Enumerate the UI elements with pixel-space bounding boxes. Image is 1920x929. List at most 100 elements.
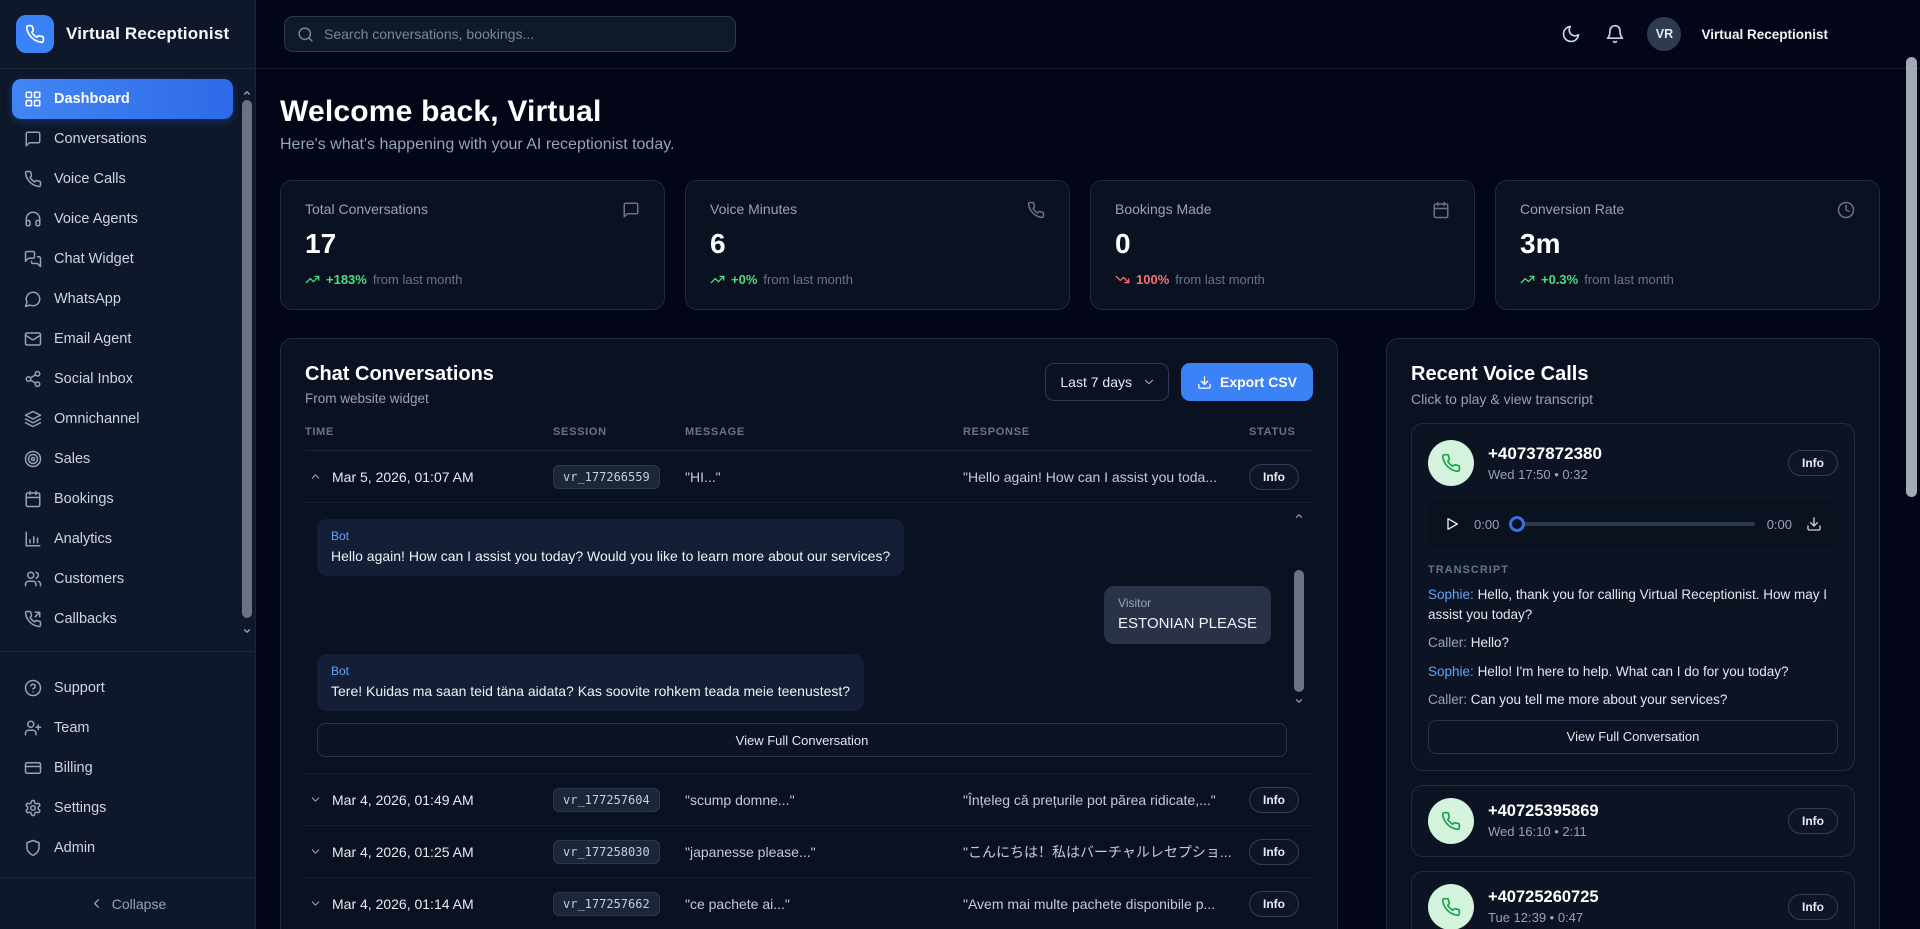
bot-message-text: Tere! Kuidas ma saan teid täna aidata? K… — [331, 682, 850, 701]
credit-card-icon — [24, 759, 42, 777]
info-button[interactable]: Info — [1788, 450, 1838, 476]
sidebar-item-label: Sales — [54, 451, 90, 467]
info-button[interactable]: Info — [1788, 894, 1838, 920]
sidebar-item-admin[interactable]: Admin — [12, 828, 233, 868]
conversation-scrollbar-thumb[interactable] — [1294, 570, 1304, 692]
voice-panel-subtitle: Click to play & view transcript — [1411, 391, 1855, 407]
search-input[interactable] — [324, 26, 723, 42]
voice-call-row[interactable]: +40725260725 Tue 12:39 • 0:47 Info — [1411, 871, 1855, 929]
sidebar-item-customers[interactable]: Customers — [12, 559, 233, 599]
sidebar-item-voice-calls[interactable]: Voice Calls — [12, 159, 233, 199]
table-row[interactable]: Mar 4, 2026, 01:25 AM vr_177258030 "japa… — [305, 826, 1313, 878]
chevron-down-icon[interactable] — [309, 845, 322, 858]
view-full-conversation-button[interactable]: View Full Conversation — [1428, 720, 1838, 754]
row-time: Mar 5, 2026, 01:07 AM — [332, 469, 474, 485]
sidebar-item-omnichannel[interactable]: Omnichannel — [12, 399, 233, 439]
chevron-down-icon — [1142, 375, 1156, 389]
chevron-down-icon[interactable] — [309, 897, 322, 910]
sidebar-item-label: Conversations — [54, 131, 147, 147]
session-badge: vr_177257604 — [553, 788, 660, 812]
sidebar-scrollbar-thumb[interactable] — [242, 100, 252, 618]
info-button[interactable]: Info — [1249, 787, 1299, 813]
scroll-up-icon[interactable] — [1293, 511, 1305, 521]
sidebar-item-label: Analytics — [54, 531, 112, 547]
sidebar-item-social-inbox[interactable]: Social Inbox — [12, 359, 233, 399]
page-subtitle: Here's what's happening with your AI rec… — [280, 136, 1880, 154]
transcript-speaker: Sophie: — [1428, 587, 1474, 602]
player-slider-knob[interactable] — [1509, 516, 1525, 532]
voice-call-row[interactable]: +40725395869 Wed 16:10 • 2:11 Info — [1411, 785, 1855, 857]
message-square-icon — [24, 130, 42, 148]
table-row[interactable]: Mar 4, 2026, 01:49 AM vr_177257604 "scum… — [305, 774, 1313, 826]
sidebar-item-sales[interactable]: Sales — [12, 439, 233, 479]
chevron-down-icon[interactable] — [309, 793, 322, 806]
message-square-icon — [622, 201, 640, 219]
sidebar-item-chat-widget[interactable]: Chat Widget — [12, 239, 233, 279]
chevron-up-icon[interactable] — [309, 470, 322, 483]
row-response: "こんにちは！私はバーチャルレセプショ... — [963, 842, 1249, 862]
layers-icon — [24, 410, 42, 428]
calendar-icon — [24, 490, 42, 508]
info-button[interactable]: Info — [1788, 808, 1838, 834]
sidebar-item-label: Voice Agents — [54, 211, 138, 227]
avatar[interactable]: VR — [1647, 17, 1681, 51]
sidebar-item-voice-agents[interactable]: Voice Agents — [12, 199, 233, 239]
column-header-status: STATUS — [1249, 426, 1313, 438]
visitor-label: Visitor — [1118, 596, 1257, 610]
stat-card-bookings-made: Bookings Made 0 100% from last month — [1090, 180, 1475, 310]
page-scrollbar[interactable] — [1906, 0, 1918, 929]
view-full-conversation-button[interactable]: View Full Conversation — [317, 723, 1287, 757]
sidebar-scroll-down-icon[interactable] — [241, 626, 253, 636]
transcript-line: Caller: Can you tell me more about your … — [1428, 690, 1838, 710]
sidebar-item-settings[interactable]: Settings — [12, 788, 233, 828]
column-header-time: TIME — [305, 426, 553, 438]
sidebar-item-callbacks[interactable]: Callbacks — [12, 599, 233, 639]
info-button[interactable]: Info — [1249, 464, 1299, 490]
download-icon — [1197, 375, 1212, 390]
row-response: "Înțeleg că prețurile pot părea ridicate… — [963, 792, 1249, 808]
sidebar-item-label: Settings — [54, 800, 106, 816]
collapse-button[interactable]: Collapse — [0, 877, 255, 929]
theme-toggle-button[interactable] — [1559, 22, 1583, 46]
visitor-message-bubble: Visitor ESTONIAN PLEASE — [1104, 586, 1271, 644]
download-recording-button[interactable] — [1804, 514, 1824, 534]
player-seek-slider[interactable] — [1511, 522, 1754, 526]
info-button[interactable]: Info — [1249, 839, 1299, 865]
player-current-time: 0:00 — [1474, 517, 1499, 532]
sidebar-item-dashboard[interactable]: Dashboard — [12, 79, 233, 119]
sidebar-item-label: Dashboard — [54, 91, 130, 107]
sidebar-item-support[interactable]: Support — [12, 668, 233, 708]
share-icon — [24, 370, 42, 388]
sidebar-item-email-agent[interactable]: Email Agent — [12, 319, 233, 359]
play-button[interactable] — [1442, 514, 1462, 534]
table-row[interactable]: Mar 4, 2026, 01:14 AM vr_177257662 "ce p… — [305, 878, 1313, 929]
stat-card-voice-minutes: Voice Minutes 6 +0% from last month — [685, 180, 1070, 310]
chat-panel-title: Chat Conversations — [305, 363, 494, 386]
table-header-row: TIME SESSION MESSAGE RESPONSE STATUS — [305, 426, 1313, 451]
scroll-down-icon[interactable] — [1293, 696, 1305, 706]
audio-player: 0:00 0:00 — [1428, 500, 1838, 548]
page-scrollbar-thumb[interactable] — [1906, 57, 1917, 497]
call-meta: Wed 16:10 • 2:11 — [1488, 824, 1599, 839]
table-row[interactable]: Mar 5, 2026, 01:07 AM vr_177266559 "HI..… — [305, 451, 1313, 503]
stat-trend-value: +0% — [731, 272, 757, 287]
date-range-value: Last 7 days — [1060, 374, 1132, 390]
sidebar-item-whatsapp[interactable]: WhatsApp — [12, 279, 233, 319]
session-badge: vr_177257662 — [553, 892, 660, 916]
sidebar-item-bookings[interactable]: Bookings — [12, 479, 233, 519]
main-content: Welcome back, Virtual Here's what's happ… — [256, 69, 1920, 929]
sidebar-scroll-up-icon[interactable] — [241, 88, 253, 98]
notifications-button[interactable] — [1603, 22, 1627, 46]
export-csv-button[interactable]: Export CSV — [1181, 363, 1313, 401]
stat-trend-value: +0.3% — [1541, 272, 1578, 287]
info-button[interactable]: Info — [1249, 891, 1299, 917]
gear-icon — [24, 799, 42, 817]
sidebar-item-conversations[interactable]: Conversations — [12, 119, 233, 159]
search-bar[interactable] — [284, 16, 736, 52]
sidebar-item-billing[interactable]: Billing — [12, 748, 233, 788]
column-header-session: SESSION — [553, 426, 685, 438]
sidebar-item-analytics[interactable]: Analytics — [12, 519, 233, 559]
transcript-speaker: Caller: — [1428, 692, 1467, 707]
sidebar-item-team[interactable]: Team — [12, 708, 233, 748]
date-range-select[interactable]: Last 7 days — [1045, 363, 1169, 401]
